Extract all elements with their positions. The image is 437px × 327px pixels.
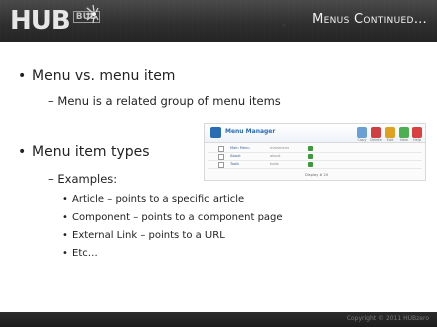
help-icon	[412, 127, 422, 138]
edit-icon	[385, 127, 395, 138]
slide-header: HUB BUB Menus Continued…	[0, 0, 437, 42]
bullet-dot: •	[18, 144, 27, 160]
bullet-1: • Menu vs. menu item	[18, 68, 176, 84]
delete-icon	[371, 127, 381, 138]
menu-name: Main Menu	[230, 146, 250, 150]
slide: HUB BUB Menus Continued… • Menu vs. menu…	[0, 0, 437, 327]
example-text: Component – points to a component page	[72, 212, 283, 223]
toolbar-label: Help	[413, 138, 421, 142]
bullet-2: • Menu item types	[18, 144, 150, 160]
menu-type: about	[270, 154, 281, 158]
published-icon	[308, 153, 313, 159]
bullet-dot: •	[62, 230, 68, 241]
copy-icon	[357, 127, 367, 138]
menu-type: tools	[270, 162, 279, 166]
published-icon	[308, 145, 313, 151]
slide-title: Menus Continued…	[312, 12, 427, 27]
menu-name: Tools	[230, 162, 239, 166]
burst-icon	[86, 4, 99, 24]
slide-footer: Copyright © 2011 HUBzero	[0, 312, 437, 327]
bullet-dot: •	[62, 248, 68, 259]
bullet-text: Menu vs. menu item	[32, 68, 176, 84]
menu-name: About	[230, 154, 241, 158]
row-checkbox	[218, 162, 224, 168]
copyright-text: Copyright © 2011 HUBzero	[346, 315, 429, 322]
new-icon	[399, 127, 409, 138]
table-row: Main Menu mainmenu	[208, 145, 422, 153]
menu-table: Main Menu mainmenu About about Tools too…	[208, 145, 422, 173]
menu-manager-screenshot: Menu Manager Copy Delete Edit New Help M…	[204, 123, 426, 181]
example-text: Etc…	[72, 248, 98, 259]
bullet-text: Menu item types	[32, 144, 150, 160]
example-item: • Component – points to a component page	[62, 212, 283, 223]
screenshot-footer: Display # 20	[305, 173, 329, 177]
example-item: • Etc…	[62, 248, 98, 259]
row-checkbox	[218, 154, 224, 160]
row-checkbox	[218, 146, 224, 152]
table-row: About about	[208, 153, 422, 161]
bullet-dot: •	[62, 212, 68, 223]
menu-manager-icon	[210, 127, 221, 138]
example-text: Article – points to a specific article	[72, 194, 245, 205]
example-text: External Link – points to a URL	[72, 230, 225, 241]
bullet-1-sub: – Menu is a related group of menu items	[48, 94, 281, 108]
screenshot-title: Menu Manager	[225, 128, 276, 135]
bullet-dot: •	[62, 194, 68, 205]
menu-type: mainmenu	[270, 146, 290, 150]
screenshot-header: Menu Manager Copy Delete Edit New Help	[205, 124, 425, 143]
table-row: Tools tools	[208, 161, 422, 169]
example-item: • Article – points to a specific article	[62, 194, 245, 205]
bullet-2-sub: – Examples:	[48, 172, 118, 186]
example-item: • External Link – points to a URL	[62, 230, 225, 241]
logo-text: HUB	[10, 6, 71, 36]
bullet-dot: •	[18, 68, 27, 84]
published-icon	[308, 161, 313, 167]
